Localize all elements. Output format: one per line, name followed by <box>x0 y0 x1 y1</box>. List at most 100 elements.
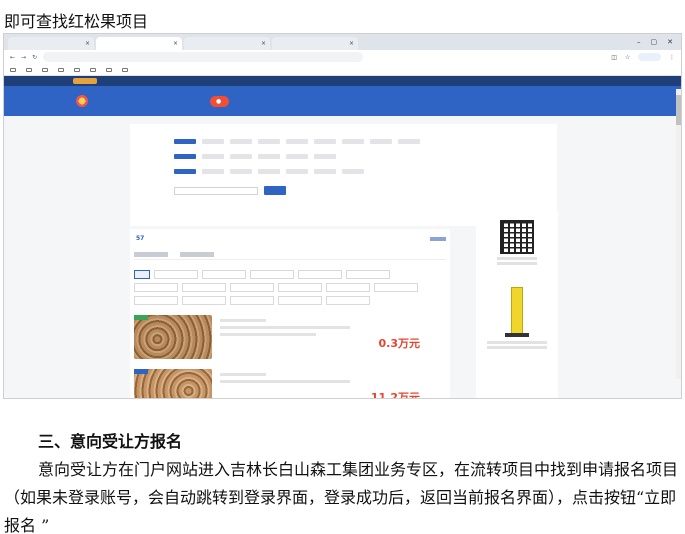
filter-option[interactable] <box>202 139 224 144</box>
company-chip[interactable] <box>230 296 274 305</box>
filter-row <box>144 149 543 164</box>
close-icon[interactable]: × <box>173 40 178 47</box>
maximize-icon[interactable]: ▢ <box>651 38 658 46</box>
project-item-body: 11.2万元 <box>220 369 446 398</box>
scrollbar[interactable] <box>676 89 681 379</box>
browser-tab[interactable]: × <box>184 37 270 50</box>
hot-item-title[interactable] <box>487 341 547 344</box>
search-button[interactable] <box>264 186 286 195</box>
bookmark-item[interactable] <box>26 67 34 72</box>
filter-option[interactable] <box>230 154 252 159</box>
filter-option[interactable] <box>398 139 420 144</box>
company-chip[interactable] <box>326 283 370 292</box>
bookmark-item[interactable] <box>106 67 114 72</box>
folder-icon <box>106 67 112 72</box>
filter-row <box>144 164 543 179</box>
bookmark-item[interactable] <box>58 67 66 72</box>
filter-option[interactable] <box>314 154 336 159</box>
filter-row <box>144 134 543 149</box>
sort-tab[interactable] <box>180 252 214 257</box>
company-chip[interactable] <box>182 296 226 305</box>
sort-tab[interactable] <box>134 252 168 257</box>
filter-option[interactable] <box>286 139 308 144</box>
close-window-icon[interactable]: ✕ <box>667 38 673 46</box>
company-chip[interactable] <box>230 283 274 292</box>
strip-link[interactable] <box>32 78 38 84</box>
filter-row <box>144 183 543 198</box>
company-chip[interactable] <box>374 283 418 292</box>
menu-icon[interactable]: ⋮ <box>669 54 675 61</box>
bookmark-item[interactable] <box>74 67 82 72</box>
project-item[interactable]: 0.3万元 <box>134 315 446 359</box>
bookmark-item[interactable] <box>90 67 98 72</box>
company-chip[interactable] <box>134 296 178 305</box>
profile-button[interactable] <box>638 53 661 61</box>
project-name-input[interactable] <box>174 186 258 195</box>
project-item-body: 0.3万元 <box>220 315 446 359</box>
project-item[interactable]: 11.2万元 <box>134 369 446 398</box>
browser-tab-active[interactable]: × <box>96 37 182 50</box>
filter-option[interactable] <box>174 154 196 159</box>
folder-icon <box>26 67 32 72</box>
filter-option[interactable] <box>202 154 224 159</box>
filter-option[interactable] <box>258 154 280 159</box>
company-chip[interactable] <box>182 283 226 292</box>
close-icon[interactable]: × <box>85 40 90 47</box>
forward-icon[interactable]: → <box>21 54 26 61</box>
star-icon[interactable]: ☆ <box>625 54 630 61</box>
company-chip[interactable] <box>346 270 390 279</box>
login-button[interactable]: ● <box>210 95 230 107</box>
scrollbar-thumb[interactable] <box>676 95 681 125</box>
browser-tab[interactable]: × <box>272 37 358 50</box>
filter-option[interactable] <box>314 169 336 174</box>
tab-bar: × × × × – ▢ ✕ <box>4 34 681 50</box>
project-thumbnail <box>134 369 212 398</box>
strip-right-link[interactable] <box>647 78 653 84</box>
browser-tab[interactable]: × <box>8 37 94 50</box>
filter-option[interactable] <box>202 169 224 174</box>
extension-icon[interactable]: ◫ <box>611 54 617 61</box>
company-chip[interactable] <box>298 270 342 279</box>
site-top-strip <box>4 76 681 86</box>
company-chip[interactable] <box>326 296 370 305</box>
strip-link[interactable] <box>52 78 58 84</box>
filter-option[interactable] <box>258 139 280 144</box>
company-chip[interactable] <box>250 270 294 279</box>
bookmark-item[interactable] <box>122 67 130 72</box>
filter-option[interactable] <box>286 154 308 159</box>
bookmark-item[interactable] <box>10 67 18 72</box>
close-icon[interactable]: × <box>349 40 354 47</box>
filter-option[interactable] <box>258 169 280 174</box>
bookmark-item[interactable] <box>42 67 50 72</box>
filter-option[interactable] <box>174 169 196 174</box>
company-chip[interactable] <box>278 296 322 305</box>
close-icon[interactable]: × <box>261 40 266 47</box>
company-chip[interactable] <box>154 270 198 279</box>
minimize-icon[interactable]: – <box>637 38 641 46</box>
doc-top-text: 即可查找红松果项目 <box>4 12 149 31</box>
company-chip[interactable] <box>202 270 246 279</box>
back-icon[interactable]: ← <box>10 54 15 61</box>
filter-option[interactable] <box>230 169 252 174</box>
company-chip-selected[interactable] <box>134 270 150 279</box>
url-input[interactable] <box>43 52 364 62</box>
subscribe-link[interactable] <box>430 236 446 241</box>
folder-icon <box>58 67 64 72</box>
filter-option[interactable] <box>230 139 252 144</box>
folder-icon <box>10 67 16 72</box>
qr-subcaption <box>497 262 537 265</box>
filter-option[interactable] <box>370 139 392 144</box>
browser-screenshot: × × × × – ▢ ✕ ← → ↻ ◫ ☆ ⋮ ● 57 0.3万元 11.… <box>3 33 682 399</box>
filter-option[interactable] <box>314 139 336 144</box>
filter-option[interactable] <box>174 139 196 144</box>
project-meta <box>220 373 266 376</box>
project-list-panel: 57 0.3万元 11.2万元 <box>130 229 450 398</box>
filter-option[interactable] <box>342 139 364 144</box>
filter-option[interactable] <box>286 169 308 174</box>
qr-subcaption <box>497 257 537 260</box>
company-chip[interactable] <box>278 283 322 292</box>
company-chip[interactable] <box>134 283 178 292</box>
hot-item-image[interactable] <box>497 283 537 339</box>
filter-option[interactable] <box>342 169 364 174</box>
reload-icon[interactable]: ↻ <box>32 54 37 61</box>
